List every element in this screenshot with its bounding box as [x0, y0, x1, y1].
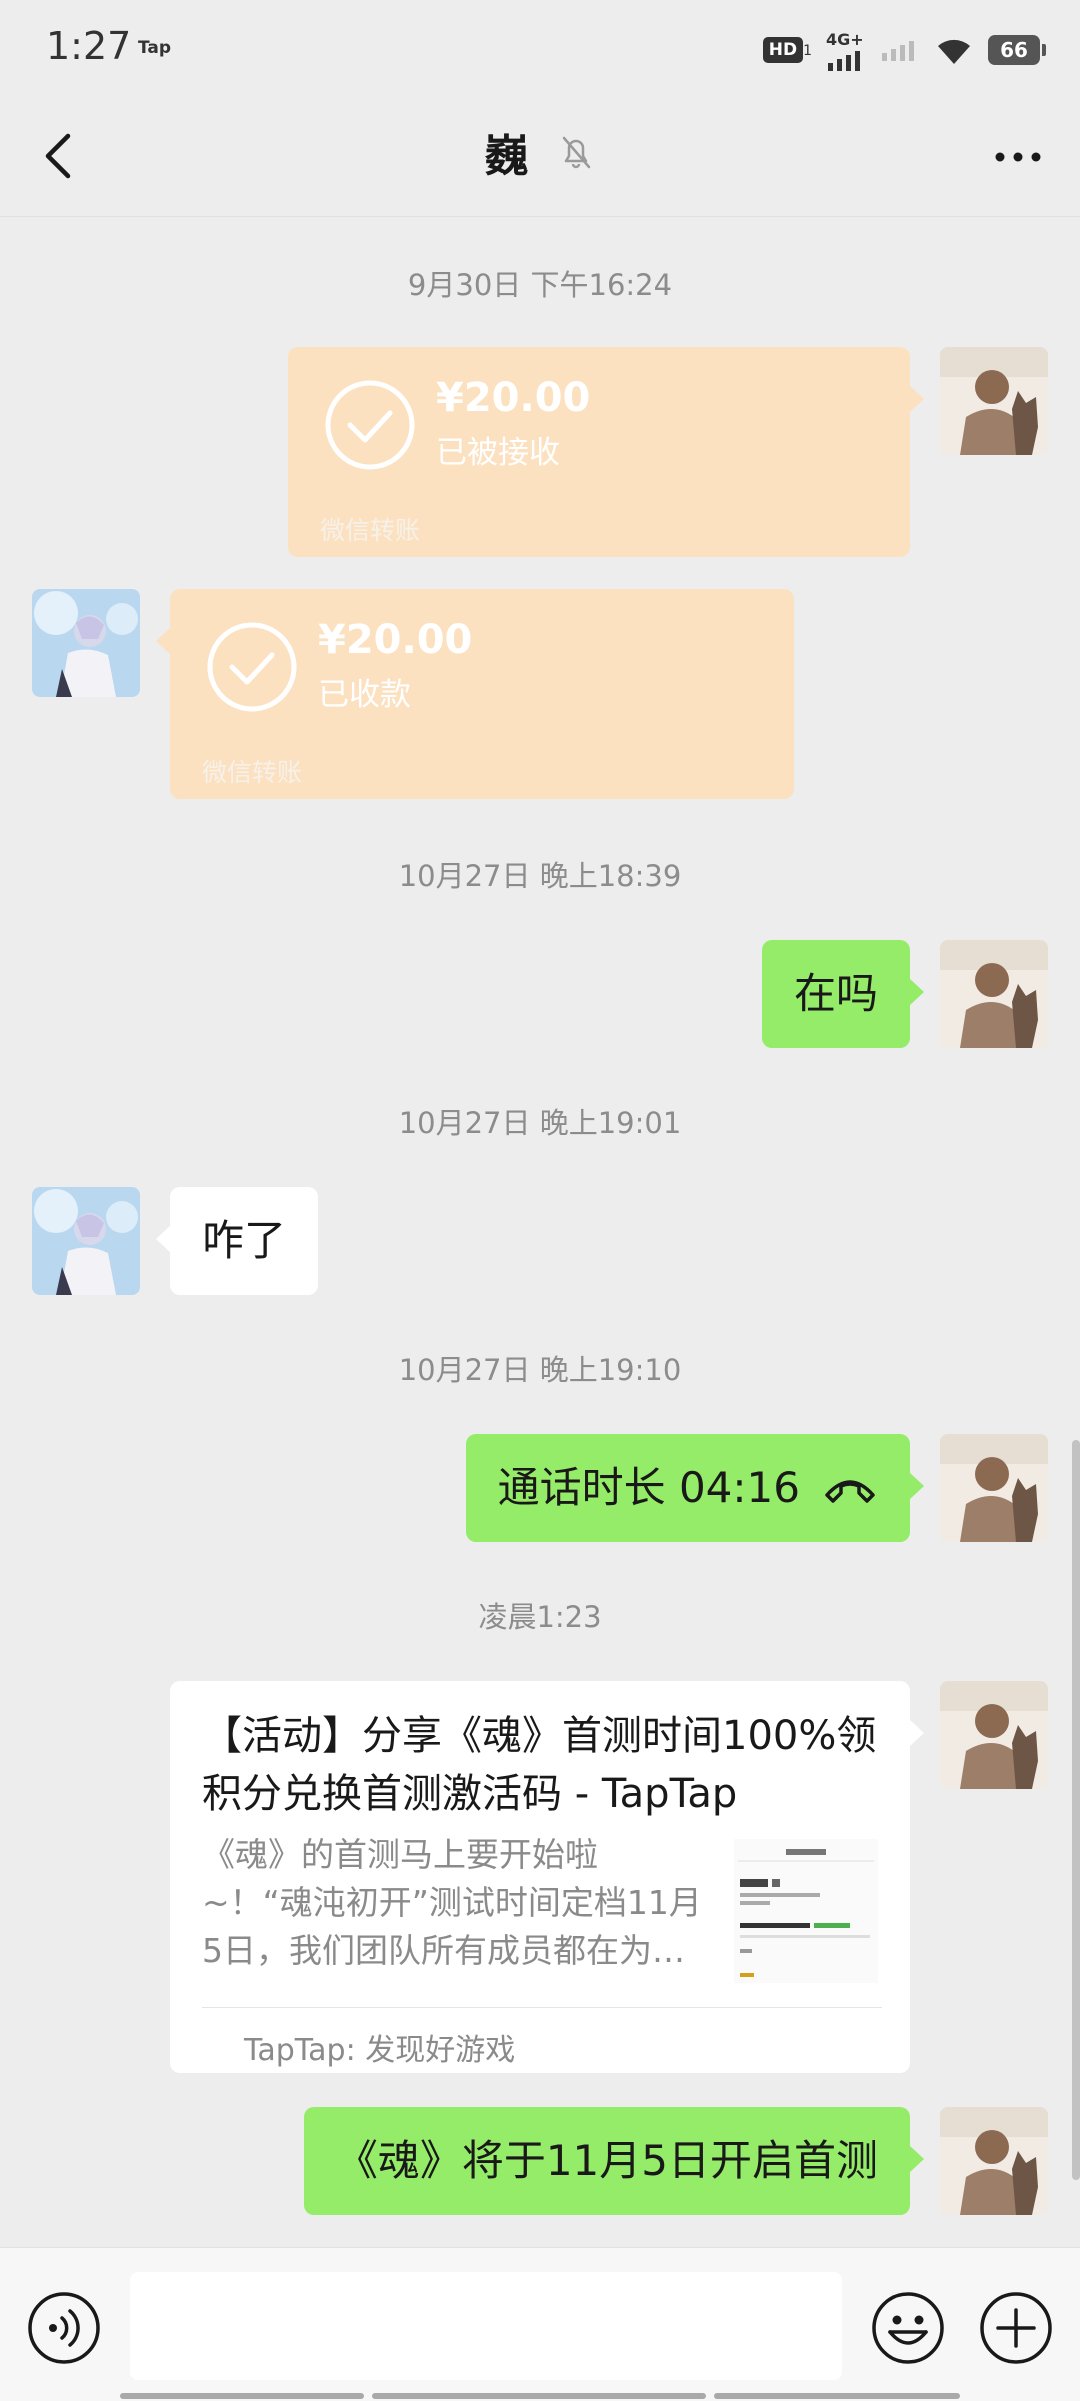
chat-title-wrap: 巍 [0, 120, 1080, 184]
transfer-amount: ¥20.00 [318, 617, 473, 663]
status-time: 1:27 [46, 24, 132, 68]
emoji-icon[interactable] [870, 2290, 946, 2366]
my-avatar[interactable] [940, 347, 1048, 455]
signal-weak-icon [882, 41, 914, 61]
battery-level: 66 [1000, 38, 1028, 62]
nav-indicator [120, 2393, 364, 2399]
battery-icon: 66 [988, 35, 1046, 65]
contact-avatar[interactable] [32, 1187, 140, 1295]
network-label: 4G+ [826, 29, 864, 49]
link-source: TapTap: 发现好游戏 [244, 2033, 516, 2068]
my-avatar[interactable] [940, 2107, 1048, 2215]
transfer-amount: ¥20.00 [436, 375, 591, 421]
voice-input-icon[interactable] [26, 2290, 102, 2366]
transfer-card-received[interactable]: ¥20.00 已收款 微信转账 [156, 589, 794, 799]
transfer-status: 已收款 [318, 677, 411, 713]
timestamp: 10月27日 晚上19:01 [398, 1106, 682, 1140]
chat-header: 巍 [0, 96, 1080, 217]
more-options-icon[interactable] [990, 132, 1046, 182]
link-divider [202, 2007, 882, 2008]
link-title: 【活动】分享《魂》首测时间100%领积分兑换首测激活码 - TapTap [202, 1713, 877, 1817]
call-record-message[interactable]: 通话时长 04:16 [465, 1434, 925, 1542]
message-input-bar [0, 2247, 1080, 2401]
received-message[interactable]: 咋了 [155, 1187, 319, 1295]
my-avatar[interactable] [940, 1681, 1048, 1789]
transfer-status: 已被接收 [436, 435, 560, 471]
transfer-check-icon [207, 622, 297, 712]
shared-link-card[interactable]: 【活动】分享《魂》首测时间100%领积分兑换首测激活码 - TapTap 《魂》… [170, 1681, 924, 2073]
timestamp: 9月30日 下午16:24 [407, 268, 673, 302]
chat-title: 巍 [484, 131, 529, 182]
hangup-phone-icon [825, 1480, 875, 1503]
status-bar: 1:27 Tap HD 1 4G+ 66 [0, 0, 1080, 96]
nav-indicator [372, 2393, 706, 2399]
my-avatar[interactable] [940, 1434, 1048, 1542]
hd-badge: HD [762, 37, 804, 63]
transfer-footer: 微信转账 [320, 516, 421, 545]
timestamp: 凌晨1:23 [478, 1600, 602, 1634]
chat-message-list[interactable]: 9月30日 下午16:24 ¥20.00 已被接收 微信转账 ¥20.00 已收… [0, 217, 1080, 2247]
signal-4g-icon: 4G+ [826, 30, 866, 71]
link-thumbnail [734, 1839, 878, 1983]
status-app-label: Tap [138, 38, 172, 58]
nav-indicator [714, 2393, 960, 2399]
sent-message[interactable]: 在吗 [761, 940, 925, 1048]
hd-icon: HD 1 [762, 37, 812, 63]
hd-sub: 1 [803, 43, 812, 59]
wifi-icon [938, 39, 970, 64]
transfer-check-icon [325, 380, 415, 470]
transfer-footer: 微信转账 [202, 758, 303, 787]
message-input[interactable] [130, 2272, 842, 2380]
timestamp: 10月27日 晚上18:39 [398, 859, 682, 893]
my-avatar[interactable] [940, 940, 1048, 1048]
more-functions-plus-icon[interactable] [978, 2290, 1054, 2366]
transfer-card-sent[interactable]: ¥20.00 已被接收 微信转账 [288, 347, 924, 557]
link-description: 《魂》的首测马上要开始啦~！“魂沌初开”测试时间定档11月5日，我们团队所有成员… [202, 1835, 702, 1970]
status-indicators: HD 1 4G+ 66 [762, 30, 1046, 71]
timestamp: 10月27日 晚上19:10 [398, 1353, 682, 1387]
mute-bell-icon [562, 136, 590, 169]
call-duration-text: 通话时长 04:16 [497, 1463, 800, 1512]
scrollbar[interactable] [1072, 1440, 1080, 2180]
contact-avatar[interactable] [32, 589, 140, 697]
sent-message[interactable]: 《魂》将于11月5日开启首测 [303, 2107, 925, 2215]
